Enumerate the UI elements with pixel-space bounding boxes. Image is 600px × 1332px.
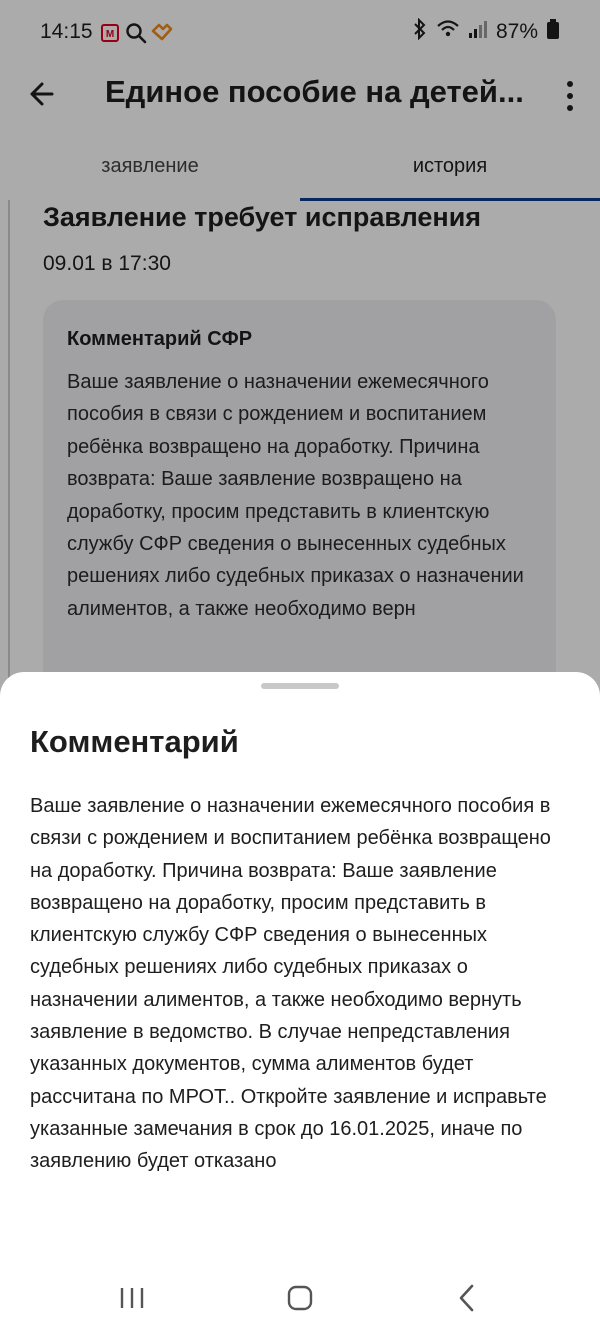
home-icon[interactable] xyxy=(280,1280,320,1316)
recents-icon[interactable] xyxy=(112,1280,152,1316)
drag-handle[interactable] xyxy=(261,683,339,689)
system-nav-bar xyxy=(0,1266,600,1332)
back-icon[interactable] xyxy=(448,1280,488,1316)
sheet-comment-text: Ваше заявление о назначении ежемесячного… xyxy=(30,795,551,1173)
comment-bottom-sheet: Комментарий Ваше заявление о назначении … xyxy=(0,672,600,1332)
sheet-title: Комментарий xyxy=(30,724,239,759)
